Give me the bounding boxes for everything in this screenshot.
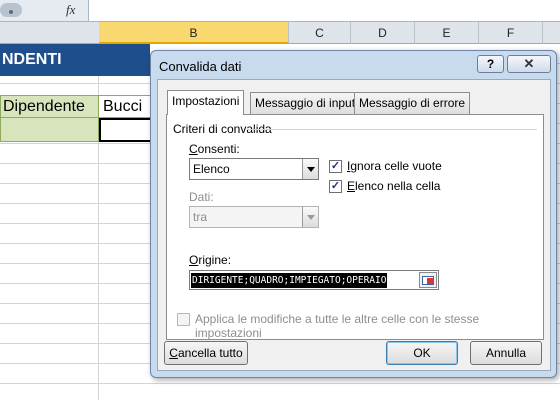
consenti-combo[interactable]: Elenco [189,158,319,180]
checkmark-icon: ✓ [330,180,341,192]
dialog-client: Impostazioni Messaggio di input Messaggi… [157,79,551,371]
origine-label-mnemonic: O [189,253,199,267]
origine-label: Origine: [189,253,231,267]
cell-green-empty[interactable] [0,118,99,142]
dialog-title: Convalida dati [159,59,242,74]
origine-label-text: rigine: [198,253,232,267]
elenco-checkbox[interactable]: ✓ [329,180,342,193]
sheet-title-band[interactable]: NDENTI [0,44,150,76]
formula-input[interactable] [88,0,560,21]
fx-icon[interactable]: fx [66,2,75,18]
consenti-dropdown[interactable] [302,159,318,179]
chevron-down-icon [307,167,315,172]
column-headers: B C D E F [0,22,560,44]
dati-combo: tra [189,206,319,228]
column-header-e[interactable]: E [415,22,479,44]
checkmark-icon: ✓ [330,160,341,172]
clear-all-mnemonic: C [169,346,178,360]
ok-button[interactable]: OK [386,341,458,365]
data-validation-dialog: Convalida dati ? ✕ Impostazioni Messaggi… [150,50,557,378]
column-header-d[interactable]: D [351,22,415,44]
chevron-down-icon [307,215,315,220]
column-header-b[interactable]: B [99,22,289,44]
elenco-label[interactable]: Elenco nella cella [347,179,440,193]
consenti-label: Consenti: [189,142,240,156]
clear-all-text: ancella tutto [177,346,243,360]
dati-value: tra [193,210,208,224]
applica-label: Applica le modifiche a tutte le altre ce… [195,312,480,340]
settings-panel: Criteri di convalida Consenti: Elenco ✓ … [166,114,544,340]
cell-dipendente[interactable]: Dipendente [0,95,99,118]
name-box-round[interactable] [0,3,22,17]
tab-impostazioni[interactable]: Impostazioni [167,90,245,115]
range-select-icon[interactable] [419,272,437,288]
ignora-label[interactable]: Ignora celle vuote [347,159,442,173]
dati-label: Dati: [189,190,214,204]
elenco-label-text: lenco nella cella [355,179,441,193]
active-cell[interactable] [99,118,151,142]
ignora-checkbox[interactable]: ✓ [329,160,342,173]
column-header-f[interactable]: F [479,22,543,44]
close-icon[interactable]: ✕ [507,55,551,73]
consenti-label-text: onsenti: [197,142,240,156]
cell-bucci[interactable]: Bucci [99,95,151,118]
dot-icon [9,10,13,14]
origine-value: DIRIGENTE;QUADRO;IMPIEGATO;OPERAIO [191,273,388,288]
elenco-label-mnemonic: E [347,179,356,193]
clear-all-button[interactable]: Cancella tutto [164,341,248,365]
origine-input[interactable]: DIRIGENTE;QUADRO;IMPIEGATO;OPERAIO [189,270,439,290]
tab-messaggio-input[interactable]: Messaggio di input [250,92,361,114]
column-header-c[interactable]: C [289,22,351,44]
cancel-button[interactable]: Annulla [470,341,542,365]
range-arrow [427,278,434,284]
consenti-value: Elenco [193,162,230,176]
section-divider [247,129,537,130]
tab-messaggio-errore[interactable]: Messaggio di errore [354,92,471,114]
applica-checkbox [177,313,190,326]
ignora-label-text: gnora celle vuote [350,159,442,173]
help-icon[interactable]: ? [477,55,504,73]
dati-dropdown [302,207,318,227]
consenti-label-mnemonic: C [189,142,198,156]
formula-bar: fx [0,0,560,22]
